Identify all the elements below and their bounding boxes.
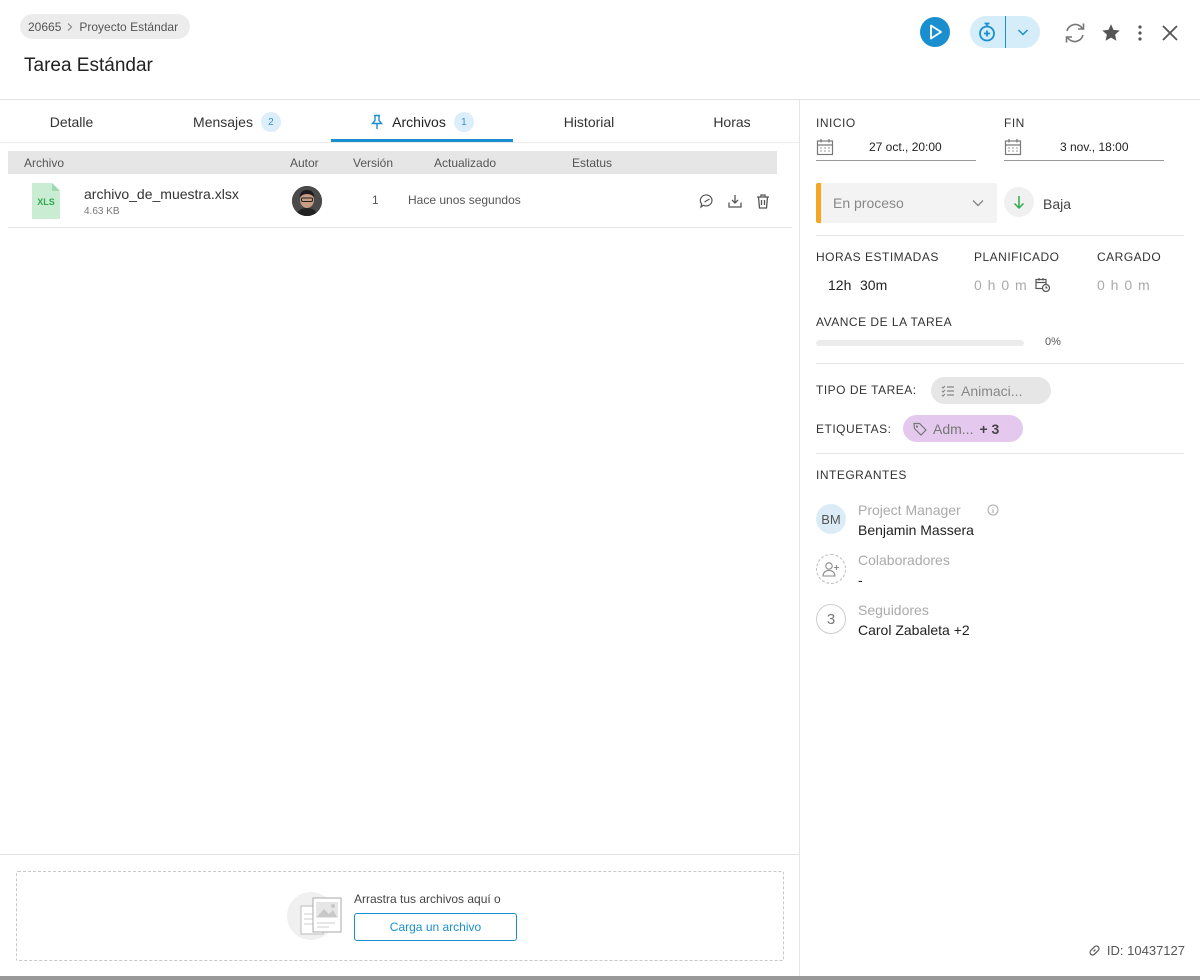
table-header: Archivo Autor Versión Actualizado Estatu… — [8, 151, 777, 174]
tags-chip[interactable]: Adm... + 3 — [903, 415, 1023, 442]
file-updated: Hace unos segundos — [408, 193, 521, 207]
info-icon[interactable] — [986, 503, 999, 516]
calendar-clock-icon[interactable] — [1034, 276, 1050, 292]
progress-percent: 0% — [1045, 336, 1061, 348]
pm-avatar[interactable]: BM — [816, 504, 846, 534]
status-select[interactable]: En proceso — [816, 183, 997, 223]
followers-label: Seguidores — [858, 602, 929, 618]
refresh-icon[interactable] — [1062, 20, 1088, 46]
star-icon[interactable] — [1098, 20, 1124, 46]
breadcrumb-project-name[interactable]: Proyecto Estándar — [79, 20, 178, 34]
chevron-right-icon — [65, 22, 75, 32]
message-count-badge: 2 — [260, 112, 281, 132]
author-avatar[interactable] — [292, 186, 322, 216]
members-label: INTEGRANTES — [816, 468, 907, 482]
file-count-badge: 1 — [453, 112, 474, 132]
tab-label: Mensajes — [193, 114, 253, 130]
end-date-value: 3 nov., 18:00 — [1060, 140, 1129, 154]
file-size: 4.63 KB — [84, 206, 120, 217]
tags-label: ETIQUETAS: — [816, 422, 892, 436]
file-version: 1 — [372, 193, 379, 207]
trash-icon[interactable] — [754, 192, 772, 210]
breadcrumb[interactable]: 20665 Proyecto Estándar — [20, 14, 191, 39]
more-options-icon[interactable] — [1127, 20, 1153, 46]
estimated-hours-label: HORAS ESTIMADAS — [816, 250, 939, 264]
tab-label: Archivos — [392, 114, 446, 130]
end-date-label: FIN — [1004, 116, 1025, 130]
file-drop-zone[interactable]: Arrastra tus archivos aquí o Carga un ar… — [16, 871, 784, 961]
column-header-status[interactable]: Estatus — [572, 156, 612, 170]
header-divider — [0, 99, 1200, 100]
xls-file-icon: XLS — [32, 183, 60, 219]
table-row[interactable]: XLS archivo_de_muestra.xlsx 4.63 KB 1 Ha… — [8, 175, 792, 228]
play-icon — [930, 24, 942, 40]
link-icon — [1088, 944, 1101, 957]
collaborators-label: Colaboradores — [858, 552, 950, 568]
tab-historial[interactable]: Historial — [513, 102, 665, 142]
loaded-label: CARGADO — [1097, 250, 1162, 264]
pin-icon — [370, 114, 384, 130]
upload-file-button[interactable]: Carga un archivo — [354, 913, 517, 941]
drop-instructions: Arrastra tus archivos aquí o — [354, 892, 501, 906]
pm-name[interactable]: Benjamin Massera — [858, 522, 974, 538]
tab-archivos[interactable]: Archivos 1 — [331, 102, 513, 142]
estimated-hours[interactable]: 12h — [828, 277, 851, 293]
timer-button[interactable] — [970, 16, 1040, 48]
followers-value[interactable]: Carol Zabaleta +2 — [858, 622, 970, 638]
add-timer-icon[interactable] — [970, 16, 1005, 48]
tab-horas[interactable]: Horas — [665, 102, 799, 142]
column-header-updated[interactable]: Actualizado — [434, 156, 496, 170]
task-type-value: Animaci... — [961, 382, 1023, 399]
task-id-value: ID: 10437127 — [1106, 943, 1185, 958]
active-tab-indicator — [331, 139, 513, 142]
task-id[interactable]: ID: 10437127 — [1088, 943, 1185, 958]
task-type-chip[interactable]: Animaci... — [931, 377, 1051, 404]
tab-label: Historial — [563, 114, 615, 130]
priority-label[interactable]: Baja — [1043, 196, 1071, 212]
close-icon[interactable] — [1157, 20, 1183, 46]
planned-label: PLANIFICADO — [974, 250, 1060, 264]
xls-icon-text: XLS — [37, 197, 55, 207]
start-date-label: INICIO — [816, 116, 856, 130]
tag-icon — [913, 422, 927, 436]
tab-mensajes[interactable]: Mensajes 2 — [143, 102, 331, 142]
breadcrumb-project-id[interactable]: 20665 — [28, 20, 61, 34]
planned-value: 0 h 0 m — [974, 277, 1028, 293]
download-icon[interactable] — [726, 192, 744, 210]
status-value: En proceso — [833, 195, 904, 211]
chevron-down-icon[interactable] — [1005, 16, 1040, 48]
pm-role-label: Project Manager — [858, 502, 961, 518]
loaded-value: 0 h 0 m — [1097, 277, 1151, 293]
progress-bar[interactable] — [816, 340, 1024, 346]
checklist-icon — [941, 385, 955, 397]
calendar-icon — [816, 138, 834, 156]
end-date-field[interactable]: 3 nov., 18:00 — [1004, 137, 1164, 161]
estimated-minutes[interactable]: 30m — [860, 277, 887, 293]
tab-label: Detalle — [49, 114, 94, 130]
play-button[interactable] — [920, 17, 950, 47]
chevron-down-icon — [971, 196, 985, 210]
file-name[interactable]: archivo_de_muestra.xlsx — [84, 186, 239, 202]
calendar-icon — [1004, 138, 1022, 156]
followers-count-badge[interactable]: 3 — [816, 604, 846, 634]
add-user-icon[interactable] — [816, 554, 846, 584]
progress-label: AVANCE DE LA TAREA — [816, 315, 953, 329]
task-type-label: TIPO DE TAREA: — [816, 383, 917, 397]
page-title: Tarea Estándar — [24, 55, 153, 76]
column-header-author[interactable]: Autor — [290, 156, 319, 170]
column-header-version[interactable]: Versión — [353, 156, 393, 170]
column-header-file[interactable]: Archivo — [24, 156, 64, 170]
image-file-illustration-icon — [287, 888, 345, 944]
start-date-value: 27 oct., 20:00 — [869, 140, 942, 154]
comment-icon[interactable] — [698, 192, 716, 210]
tags-more-count: + 3 — [979, 420, 1000, 437]
tags-value: Adm... — [933, 420, 974, 437]
arrow-down-priority-icon[interactable] — [1004, 187, 1034, 217]
panel-divider — [799, 100, 800, 980]
tab-label: Horas — [713, 114, 751, 130]
start-date-field[interactable]: 27 oct., 20:00 — [816, 137, 976, 161]
collaborators-value: - — [858, 572, 863, 588]
tab-detalle[interactable]: Detalle — [0, 102, 143, 142]
